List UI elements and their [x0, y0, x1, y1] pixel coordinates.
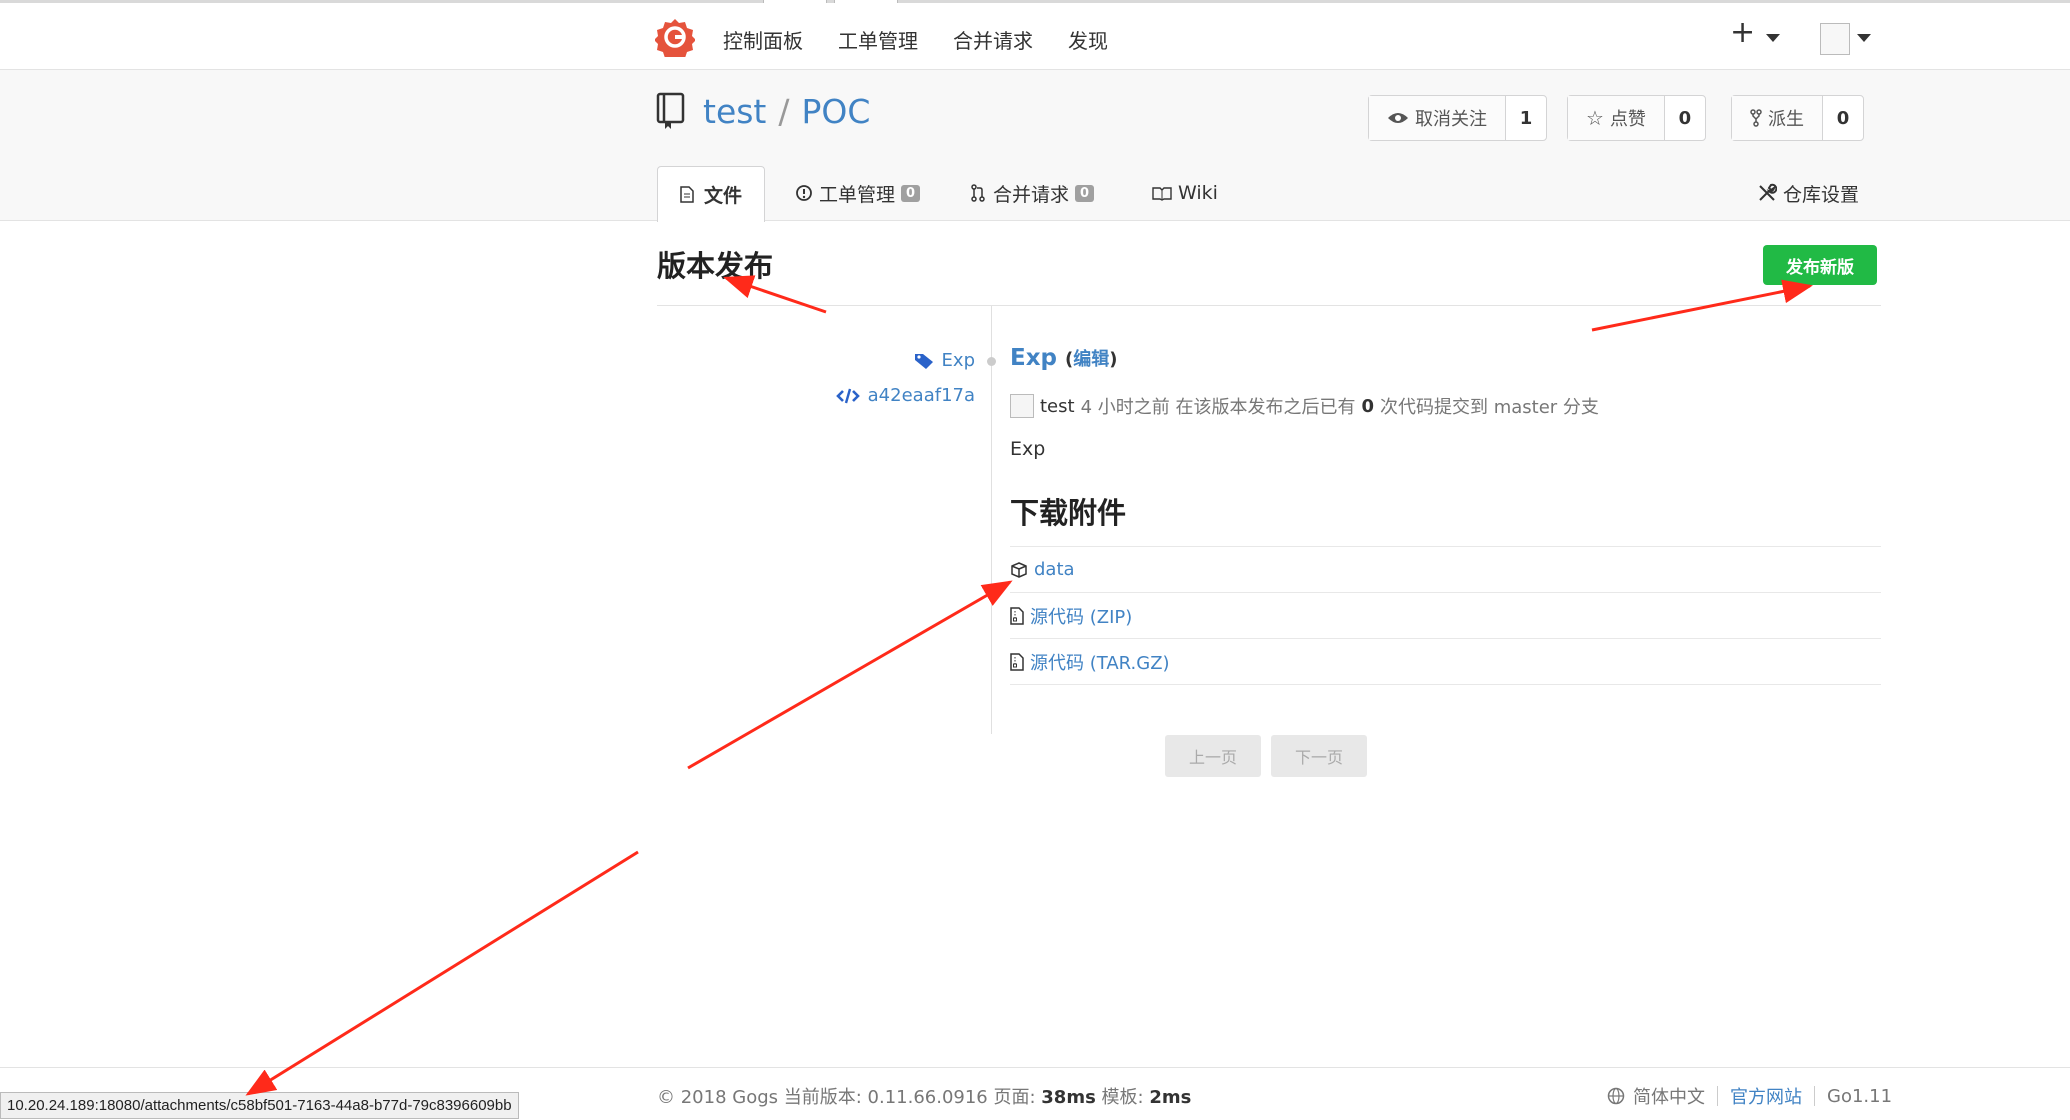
tag-icon	[914, 353, 933, 369]
edit-paren-close: )	[1109, 349, 1118, 370]
nav-dashboard[interactable]: 控制面板	[723, 25, 803, 54]
edit-release-link[interactable]: 编辑	[1073, 349, 1109, 370]
top-navbar: 控制面板 工单管理 合并请求 发现 +	[0, 3, 2070, 70]
footer-template-time: 2ms	[1149, 1087, 1192, 1108]
release-body: Exp	[1010, 438, 1046, 460]
nav-explore[interactable]: 发现	[1068, 25, 1108, 54]
tab-pull-requests-label: 合并请求	[993, 183, 1070, 206]
tab-settings-label: 仓库设置	[1783, 183, 1860, 206]
code-icon	[835, 388, 860, 403]
tab-settings[interactable]: 仓库设置	[1757, 166, 1859, 220]
star-button-group[interactable]: ☆ 点赞 0	[1567, 95, 1706, 141]
release-commit-link[interactable]: a42eaaf17a	[835, 385, 975, 406]
create-new-button[interactable]: +	[1730, 15, 1755, 50]
language-selector[interactable]: 简体中文	[1633, 1083, 1705, 1109]
footer-separator	[1814, 1086, 1815, 1106]
pulls-count-badge: 0	[1075, 184, 1095, 202]
new-release-button[interactable]: 发布新版	[1763, 245, 1877, 285]
tab-issues-label: 工单管理	[819, 183, 896, 206]
chevron-down-icon[interactable]	[1857, 34, 1871, 42]
star-icon: ☆	[1586, 106, 1604, 130]
download-item-label[interactable]: 源代码 (TAR.GZ)	[1030, 649, 1170, 675]
commits-since-text: 次代码提交到 master 分支	[1380, 397, 1599, 418]
fork-label: 派生	[1768, 109, 1804, 130]
unwatch-label: 取消关注	[1415, 109, 1487, 130]
tab-files-label: 文件	[704, 185, 743, 207]
pagination-prev-button[interactable]: 上一页	[1165, 735, 1261, 777]
tab-files[interactable]: 文件	[657, 166, 766, 222]
star-label: 点赞	[1609, 109, 1646, 130]
release-author[interactable]: test	[1040, 396, 1075, 417]
annotation-arrow	[687, 580, 1013, 770]
official-website-link[interactable]: 官方网站	[1730, 1083, 1802, 1109]
file-zip-icon	[1010, 606, 1024, 625]
pagination-next-button[interactable]: 下一页	[1271, 735, 1367, 777]
star-button[interactable]: ☆ 点赞	[1568, 96, 1665, 140]
repo-title: test / POC	[703, 92, 870, 131]
annotation-arrow	[1591, 279, 1813, 332]
chevron-down-icon[interactable]	[1766, 34, 1780, 42]
release-meta: test 4 小时之前 在该版本发布之后已有 0 次代码提交到 master 分…	[1010, 393, 1599, 419]
footer-separator	[1717, 1086, 1718, 1106]
commits-since-count: 0	[1361, 395, 1375, 417]
release-timeline-dot	[987, 357, 996, 366]
repo-header: test / POC 取消关注 1 ☆ 点赞 0 派生 0 文件 工单管理 0	[0, 70, 2070, 222]
footer-copyright: © 2018 Gogs 当前版本: 0.11.66.0916 页面:	[657, 1087, 1036, 1108]
download-item[interactable]: 源代码 (ZIP)	[1010, 592, 1881, 638]
watch-count[interactable]: 1	[1506, 96, 1546, 140]
footer-template-label: 模板:	[1101, 1087, 1144, 1108]
repo-owner-link[interactable]: test	[703, 92, 766, 131]
book-icon	[1152, 186, 1172, 201]
release-title-link[interactable]: Exp	[1010, 345, 1057, 371]
git-pull-request-icon	[971, 184, 985, 202]
package-icon	[1011, 561, 1027, 578]
tab-wiki-label: Wiki	[1178, 182, 1218, 204]
fork-count[interactable]: 0	[1823, 96, 1863, 140]
tab-issues[interactable]: 工单管理 0	[795, 166, 921, 220]
eye-icon	[1388, 113, 1408, 123]
file-zip-icon	[1010, 652, 1024, 671]
globe-icon	[1607, 1087, 1625, 1105]
nav-pull-requests[interactable]: 合并请求	[953, 25, 1033, 54]
footer-page-time: 38ms	[1041, 1087, 1096, 1108]
downloads-title: 下载附件	[1010, 496, 1127, 530]
fork-button[interactable]: 派生	[1732, 96, 1823, 140]
repo-title-separator: /	[778, 92, 790, 131]
tab-pull-requests[interactable]: 合并请求 0	[971, 166, 1095, 220]
repo-name-link[interactable]: POC	[802, 92, 871, 131]
page-title: 版本发布	[657, 249, 774, 283]
release-commit-sha: a42eaaf17a	[867, 385, 975, 406]
download-item-label[interactable]: 源代码 (ZIP)	[1030, 603, 1132, 629]
footer-info: © 2018 Gogs 当前版本: 0.11.66.0916 页面: 38ms …	[657, 1083, 1191, 1109]
unwatch-button[interactable]: 取消关注	[1369, 96, 1506, 140]
nav-issues[interactable]: 工单管理	[838, 25, 918, 54]
fork-icon	[1750, 109, 1762, 127]
download-item[interactable]: 源代码 (TAR.GZ)	[1010, 638, 1881, 685]
download-item[interactable]: data	[1010, 546, 1881, 592]
release-title: Exp (编辑)	[1010, 345, 1118, 371]
downloads-list: data 源代码 (ZIP) 源代码 (TAR.GZ)	[1010, 546, 1881, 685]
release-tag-label: Exp	[941, 350, 975, 371]
avatar[interactable]	[1820, 23, 1850, 55]
release-tag-link[interactable]: Exp	[914, 350, 975, 371]
issue-opened-icon	[796, 185, 812, 201]
release-time-text: 4 小时之前 在该版本发布之后已有	[1080, 397, 1356, 418]
star-count[interactable]: 0	[1665, 96, 1705, 140]
annotation-arrow	[245, 850, 639, 1096]
author-avatar[interactable]	[1010, 394, 1034, 418]
divider	[657, 305, 1881, 306]
file-text-icon	[680, 186, 694, 203]
repo-icon	[656, 92, 685, 129]
tools-icon	[1759, 183, 1777, 201]
unwatch-button-group[interactable]: 取消关注 1	[1368, 95, 1547, 141]
release-timeline-line	[991, 306, 992, 734]
footer-links: 简体中文 官方网站 Go1.11	[1607, 1083, 1892, 1109]
gogs-logo-icon[interactable]	[655, 17, 695, 57]
issues-count-badge: 0	[901, 184, 921, 202]
fork-button-group[interactable]: 派生 0	[1731, 95, 1864, 141]
download-item-label[interactable]: data	[1034, 559, 1075, 580]
tab-wiki[interactable]: Wiki	[1152, 166, 1218, 220]
go-version: Go1.11	[1827, 1085, 1893, 1107]
browser-status-url: 10.20.24.189:18080/attachments/c58bf501-…	[0, 1092, 519, 1119]
